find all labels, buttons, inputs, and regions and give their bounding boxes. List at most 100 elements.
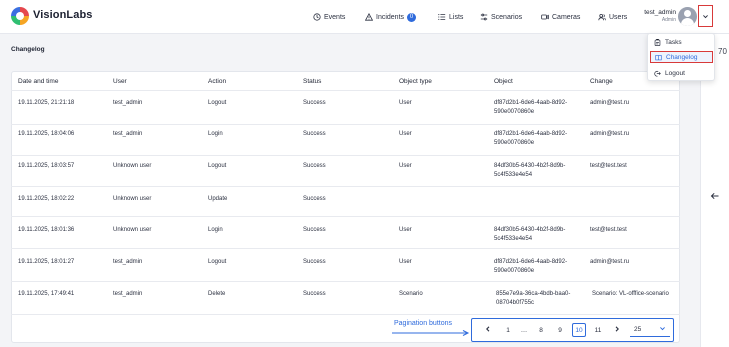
column-header-status[interactable]: Status bbox=[303, 78, 321, 85]
nav-lists-label: Lists bbox=[449, 13, 464, 21]
nav-incidents[interactable]: Incidents 0 bbox=[365, 11, 417, 23]
menu-item-tasks[interactable]: Tasks bbox=[650, 36, 713, 48]
table-cell-action: Update bbox=[208, 196, 228, 202]
user-menu-toggle-button[interactable] bbox=[698, 5, 713, 27]
nav-lists[interactable]: Lists bbox=[438, 11, 463, 23]
table-cell-datetime: 19.11.2025, 18:02:22 bbox=[18, 196, 75, 202]
table-cell-user: Unknown user bbox=[113, 227, 152, 233]
page-size-value: 25 bbox=[634, 326, 642, 333]
menu-item-changelog-label: Changelog bbox=[666, 53, 698, 61]
incidents-count-badge: 0 bbox=[407, 12, 417, 22]
table-cell-user: test_admin bbox=[113, 291, 143, 297]
row-divider bbox=[11, 216, 680, 217]
row-divider bbox=[11, 281, 680, 282]
chevron-right-icon bbox=[614, 326, 620, 334]
menu-item-logout[interactable]: Logout bbox=[650, 67, 713, 79]
row-divider bbox=[11, 124, 680, 125]
nav-users-label: Users bbox=[609, 13, 628, 21]
lists-icon bbox=[438, 13, 446, 21]
brand-name[interactable]: VisionLabs bbox=[33, 9, 92, 21]
table-cell-datetime: 19.11.2025, 18:03:57 bbox=[18, 163, 75, 169]
logout-icon bbox=[654, 70, 661, 77]
table-cell-change: admin@test.ru bbox=[590, 131, 630, 137]
row-divider bbox=[11, 186, 680, 187]
row-divider bbox=[11, 248, 680, 249]
page-button-1[interactable]: 1 bbox=[501, 323, 515, 337]
page-button-11[interactable]: 11 bbox=[591, 323, 605, 337]
row-divider bbox=[11, 314, 680, 315]
nav-events-label: Events bbox=[324, 13, 346, 21]
header-divider bbox=[11, 90, 680, 91]
user-name[interactable]: test_admin bbox=[636, 9, 676, 16]
page-button-10-current[interactable]: 10 bbox=[572, 323, 586, 337]
page-size-select[interactable]: 25 bbox=[630, 323, 670, 337]
changelog-icon bbox=[655, 54, 662, 61]
page-title: Changelog bbox=[11, 46, 45, 53]
table-cell-object-type: User bbox=[399, 100, 412, 106]
next-page-button[interactable] bbox=[610, 323, 624, 337]
table-cell-datetime: 19.11.2025, 18:01:36 bbox=[18, 227, 75, 233]
page-button-8[interactable]: 8 bbox=[534, 323, 548, 337]
table-cell-datetime: 19.11.2025, 21:21:18 bbox=[18, 100, 75, 106]
nav-users[interactable]: Users bbox=[598, 11, 627, 23]
avatar[interactable] bbox=[678, 7, 697, 26]
nav-events[interactable]: Events bbox=[313, 11, 345, 23]
nav-incidents-label: Incidents bbox=[376, 13, 405, 21]
table-cell-datetime: 19.11.2025, 18:04:06 bbox=[18, 131, 75, 137]
sliders-icon bbox=[480, 13, 488, 21]
page-ellipsis: … bbox=[520, 326, 528, 334]
table-cell-change: admin@test.ru bbox=[590, 100, 630, 106]
nav-cameras[interactable]: Cameras bbox=[541, 11, 580, 23]
table-cell-change: Scenario: VL-offfice-scenario bbox=[592, 291, 669, 297]
table-cell-user: Unknown user bbox=[113, 163, 152, 169]
table-cell-datetime: 19.11.2025, 18:01:27 bbox=[18, 259, 75, 265]
table-cell-action: Logout bbox=[208, 163, 227, 169]
table-cell-object-type: Scenario bbox=[399, 291, 423, 297]
chevron-left-icon bbox=[485, 326, 491, 334]
table-cell-user: test_admin bbox=[113, 131, 143, 137]
table-cell-object-type: User bbox=[399, 131, 412, 137]
column-header-action[interactable]: Action bbox=[208, 78, 226, 85]
table-cell-user: test_admin bbox=[113, 259, 143, 265]
annotation-arrow-icon bbox=[392, 330, 470, 336]
visionlabs-logo-icon[interactable] bbox=[11, 7, 29, 25]
table-cell-status: Success bbox=[303, 163, 326, 169]
page-button-9[interactable]: 9 bbox=[553, 323, 567, 337]
warning-icon bbox=[365, 13, 373, 21]
column-header-user[interactable]: User bbox=[113, 78, 127, 85]
table-cell-object: df87d2b1-6de6-4aab-8d92-590e0070860e bbox=[494, 131, 568, 146]
menu-item-changelog[interactable]: Changelog bbox=[650, 51, 713, 63]
table-cell-datetime: 19.11.2025, 17:49:41 bbox=[18, 291, 75, 297]
menu-item-tasks-label: Tasks bbox=[665, 38, 682, 46]
table-cell-change: test@test.test bbox=[590, 163, 627, 169]
chevron-down-icon bbox=[702, 7, 709, 25]
pagination-annotation-label: Pagination buttons bbox=[394, 320, 452, 327]
table-cell-status: Success bbox=[303, 291, 326, 297]
camera-icon bbox=[541, 13, 549, 21]
table-cell-object: 84df30b5-6430-4b2f-8d9b-5c4f533e4e54 bbox=[494, 227, 566, 242]
table-cell-status: Success bbox=[303, 131, 326, 137]
column-header-object[interactable]: Object bbox=[494, 78, 513, 85]
row-divider bbox=[11, 155, 680, 156]
nav-cameras-label: Cameras bbox=[552, 13, 581, 21]
table-cell-action: Logout bbox=[208, 100, 227, 106]
collapse-panel-arrow-icon[interactable] bbox=[710, 191, 720, 201]
user-role: Admin bbox=[661, 17, 676, 23]
table-cell-action: Login bbox=[208, 131, 223, 137]
table-cell-change: test@test.test bbox=[590, 227, 627, 233]
column-header-object-type[interactable]: Object type bbox=[399, 78, 432, 85]
nav-scenarios[interactable]: Scenarios bbox=[480, 11, 522, 23]
table-cell-object-type: User bbox=[399, 227, 412, 233]
prev-page-button[interactable] bbox=[481, 323, 495, 337]
table-cell-status: Success bbox=[303, 196, 326, 202]
clock-icon bbox=[313, 13, 321, 21]
side-panel-text: 70 bbox=[718, 47, 727, 56]
table-cell-object: df87d2b1-6de6-4aab-8d92-590e0070860e bbox=[494, 259, 568, 274]
table-cell-object-type: User bbox=[399, 259, 412, 265]
table-cell-object: 84df30b5-6430-4b2f-8d9b-5c4f533e4e54 bbox=[494, 163, 566, 178]
menu-item-logout-label: Logout bbox=[665, 69, 685, 77]
column-header-change[interactable]: Change bbox=[590, 78, 613, 85]
table-cell-status: Success bbox=[303, 100, 326, 106]
table-cell-user: test_admin bbox=[113, 100, 143, 106]
column-header-date[interactable]: Date and time bbox=[18, 78, 58, 85]
